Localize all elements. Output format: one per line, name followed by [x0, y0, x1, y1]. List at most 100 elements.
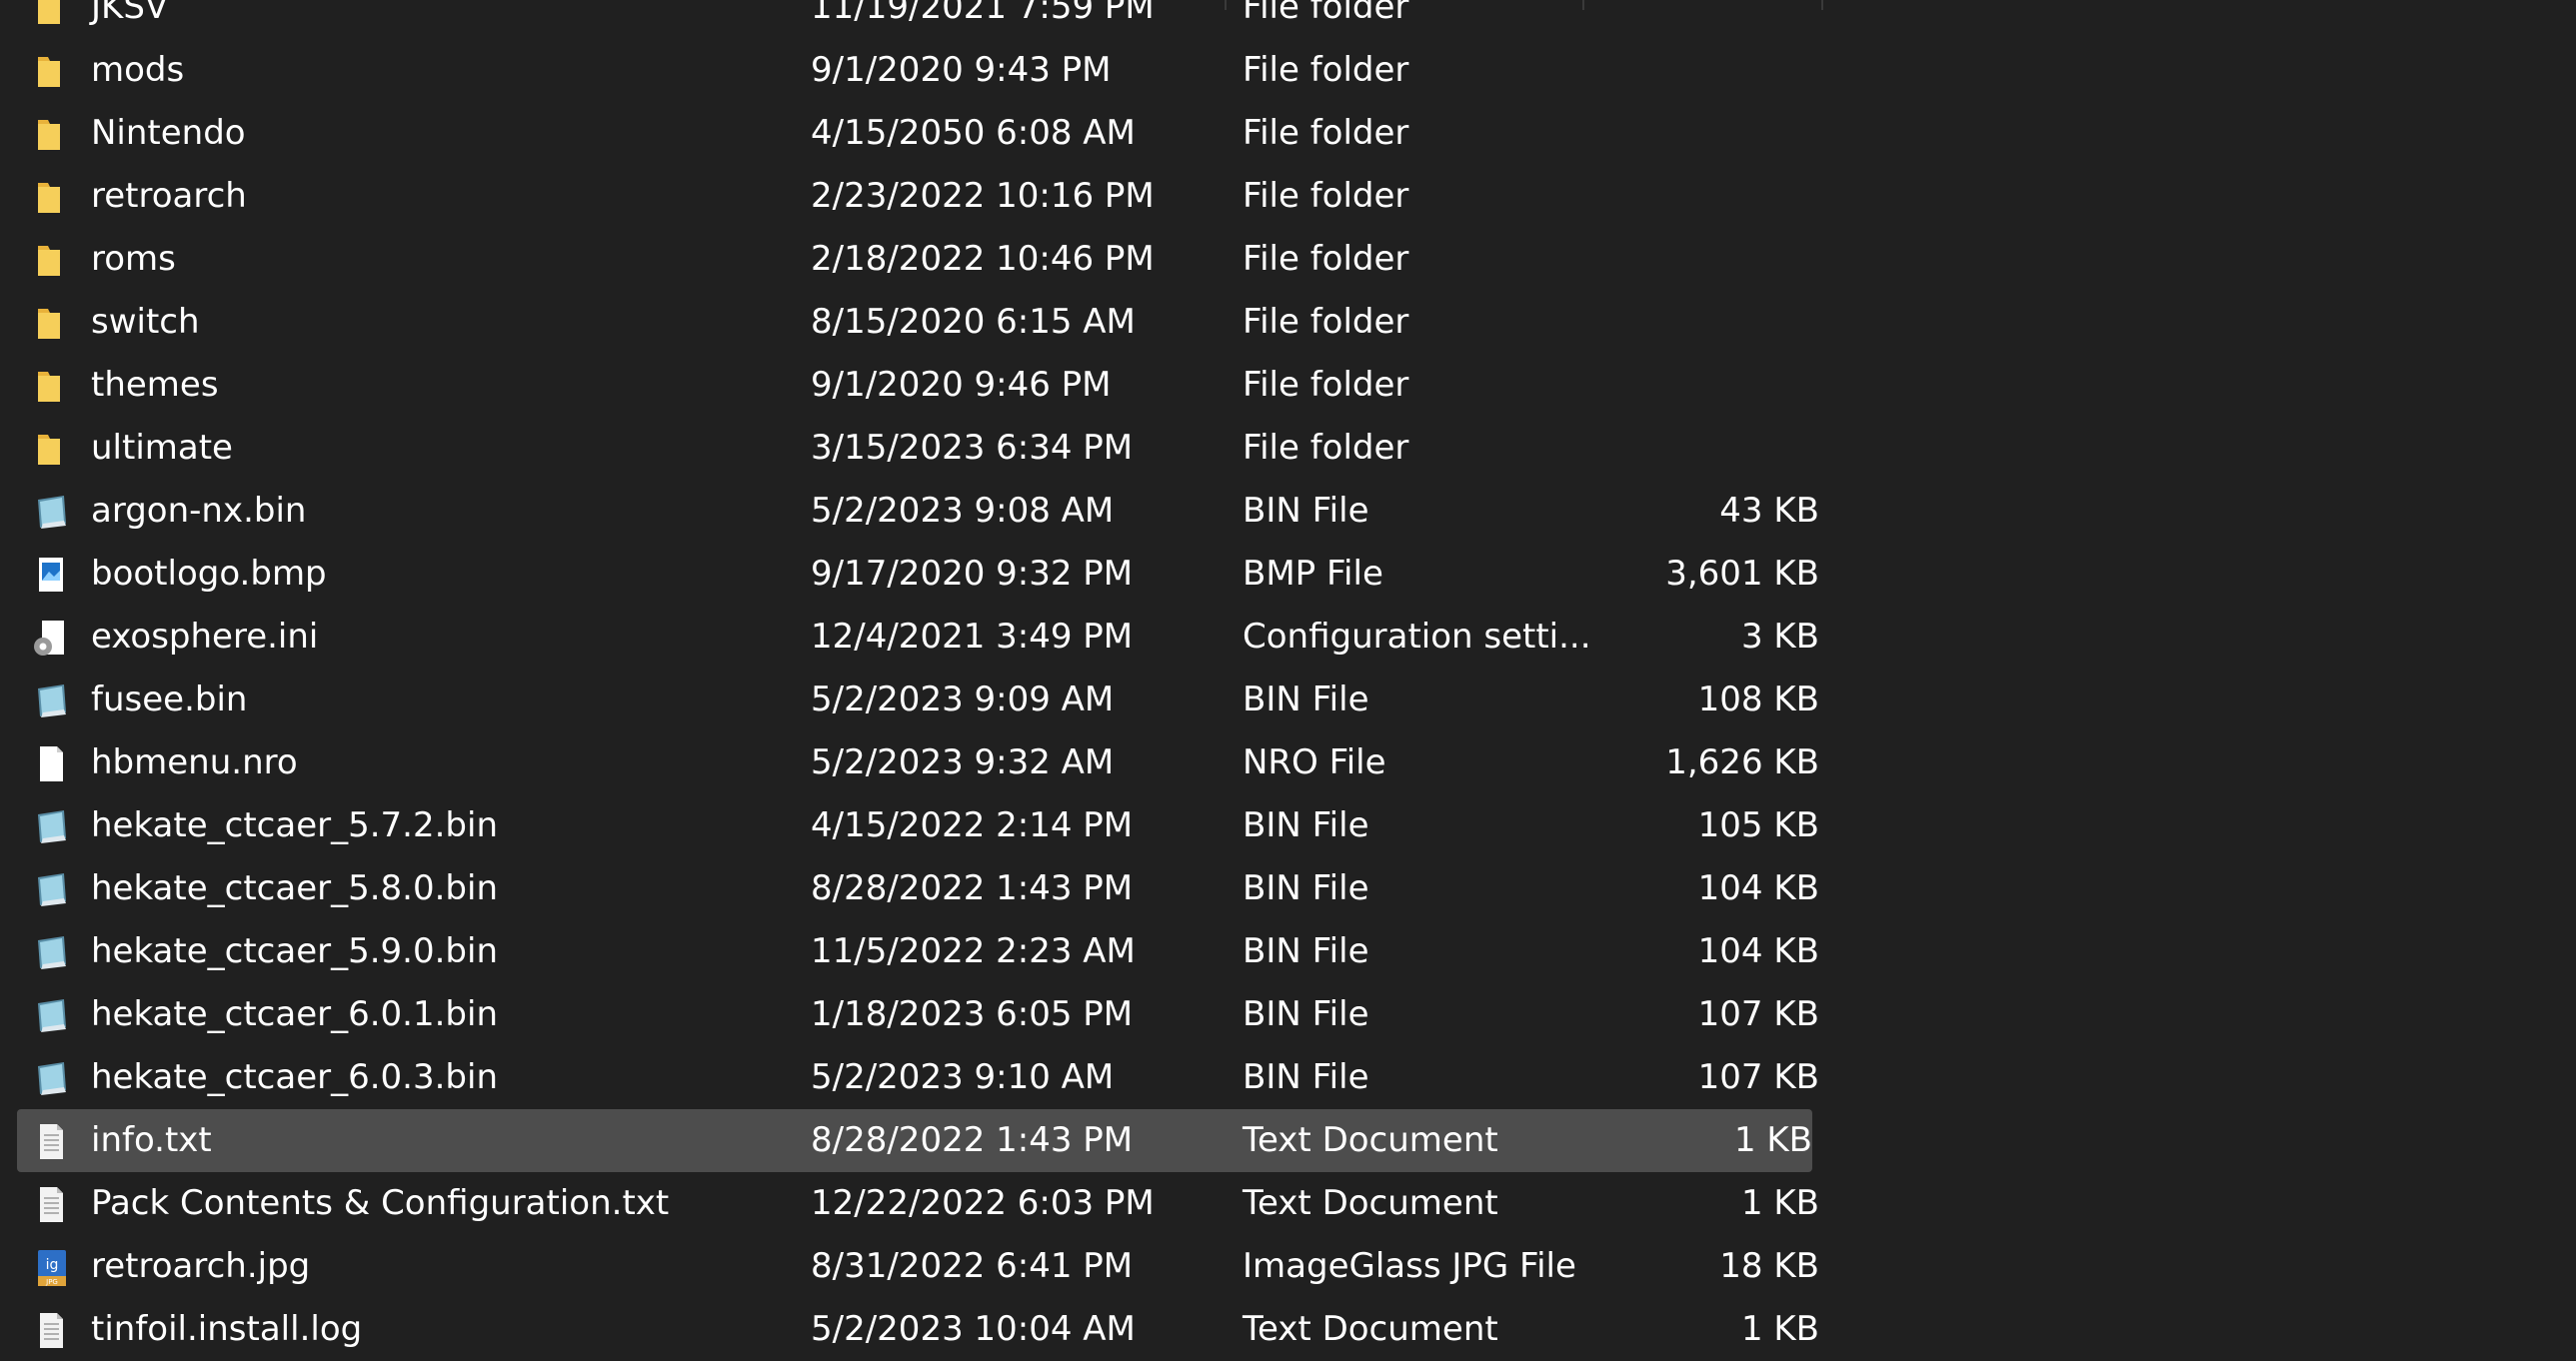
folder-icon [30, 242, 72, 280]
file-size: 3 KB [1740, 617, 1819, 657]
file-size: 1 KB [1740, 1309, 1819, 1349]
bin-file-icon [30, 934, 72, 972]
file-size [1519, 165, 1819, 228]
file-type: Text Document [1243, 1309, 1498, 1349]
file-name: hekate_ctcaer_5.9.0.bin [91, 931, 498, 971]
text-file-icon [30, 1312, 72, 1350]
bin-file-icon [30, 997, 72, 1035]
file-date-modified: 2/18/2022 10:46 PM [811, 239, 1155, 279]
file-type: File folder [1243, 239, 1409, 279]
file-name: retroarch [91, 176, 247, 216]
file-date-modified: 8/28/2022 1:43 PM [811, 868, 1134, 908]
file-size [1519, 39, 1819, 102]
file-type: BIN File [1243, 680, 1369, 719]
file-type: BIN File [1243, 994, 1369, 1034]
file-row[interactable]: tinfoil.install.log 5/2/2023 10:04 AM Text… [0, 1298, 1819, 1361]
file-date-modified: 5/2/2023 9:32 AM [811, 742, 1115, 782]
file-type: BIN File [1243, 805, 1369, 845]
folder-icon [30, 305, 72, 343]
bin-file-icon [30, 871, 72, 909]
file-row[interactable]: hekate_ctcaer_6.0.3.bin 5/2/2023 9:10 AM B… [0, 1046, 1819, 1109]
file-name: exosphere.ini [91, 617, 319, 657]
file-row[interactable]: roms 2/18/2022 10:46 PM File folder [0, 228, 1819, 291]
column-divider[interactable] [1582, 0, 1584, 10]
file-date-modified: 4/15/2050 6:08 AM [811, 113, 1136, 153]
file-date-modified: 11/5/2022 2:23 AM [811, 931, 1136, 971]
file-type: BIN File [1243, 491, 1369, 531]
file-name: retroarch.jpg [91, 1246, 311, 1286]
file-name: fusee.bin [91, 680, 248, 719]
file-date-modified: 5/2/2023 9:09 AM [811, 680, 1115, 719]
file-date-modified: 8/15/2020 6:15 AM [811, 302, 1136, 342]
file-row[interactable]: hbmenu.nro 5/2/2023 9:32 AM NRO File 1,626 … [0, 731, 1819, 794]
file-name: hekate_ctcaer_5.7.2.bin [91, 805, 498, 845]
file-row[interactable]: themes 9/1/2020 9:46 PM File folder [0, 354, 1819, 417]
file-name: info.txt [91, 1120, 212, 1160]
file-name: hekate_ctcaer_6.0.3.bin [91, 1057, 498, 1097]
file-date-modified: 8/28/2022 1:43 PM [811, 1120, 1134, 1160]
file-name: themes [91, 365, 219, 405]
file-type: File folder [1243, 50, 1409, 90]
file-type: BMP File [1243, 554, 1383, 594]
file-type: Text Document [1243, 1120, 1498, 1160]
file-date-modified: 12/4/2021 3:49 PM [811, 617, 1134, 657]
file-row[interactable]: argon-nx.bin 5/2/2023 9:08 AM BIN File 43 K… [0, 480, 1819, 543]
file-date-modified: 8/31/2022 6:41 PM [811, 1246, 1134, 1286]
column-divider[interactable] [1225, 0, 1227, 10]
file-row[interactable]: exosphere.ini 12/4/2021 3:49 PM Configurat… [0, 606, 1819, 669]
file-size: 3,601 KB [1665, 554, 1819, 594]
file-name: Pack Contents & Configuration.txt [91, 1183, 670, 1223]
file-type: Text Document [1243, 1183, 1498, 1223]
file-row[interactable]: retroarch 2/23/2022 10:16 PM File folder [0, 165, 1819, 228]
file-name: hekate_ctcaer_6.0.1.bin [91, 994, 498, 1034]
file-name: ultimate [91, 428, 233, 468]
file-row[interactable]: hekate_ctcaer_5.9.0.bin 11/5/2022 2:23 AM… [0, 920, 1819, 983]
file-row[interactable]: mods 9/1/2020 9:43 PM File folder [0, 39, 1819, 102]
folder-icon [30, 179, 72, 217]
file-row[interactable]: hekate_ctcaer_5.7.2.bin 4/15/2022 2:14 PM… [0, 794, 1819, 857]
file-size: 43 KB [1719, 491, 1819, 531]
folder-icon [30, 368, 72, 406]
text-file-icon [30, 1186, 72, 1224]
file-type: BIN File [1243, 1057, 1369, 1097]
file-date-modified: 3/15/2023 6:34 PM [811, 428, 1134, 468]
file-row[interactable]: JKSV 11/19/2021 7:59 PM File folder [0, 0, 1819, 39]
file-size: 18 KB [1719, 1246, 1819, 1286]
bin-file-icon [30, 808, 72, 846]
column-divider[interactable] [1821, 0, 1823, 10]
file-row[interactable]: info.txt 8/28/2022 1:43 PM Text Document 1 … [17, 1109, 1812, 1172]
file-row[interactable]: hekate_ctcaer_6.0.1.bin 1/18/2023 6:05 PM… [0, 983, 1819, 1046]
svg-text:JPG: JPG [45, 1278, 58, 1286]
file-size: 104 KB [1697, 931, 1819, 971]
file-row[interactable]: ig JPG retroarch.jpg 8/31/2022 6:41 PM Image… [0, 1235, 1819, 1298]
file-row[interactable]: ultimate 3/15/2023 6:34 PM File folder [0, 417, 1819, 480]
file-row[interactable]: Pack Contents & Configuration.txt 12/22/2… [0, 1172, 1819, 1235]
file-row[interactable]: switch 8/15/2020 6:15 AM File folder [0, 291, 1819, 354]
file-row[interactable]: Nintendo 4/15/2050 6:08 AM File folder [0, 102, 1819, 165]
file-date-modified: 2/23/2022 10:16 PM [811, 176, 1155, 216]
jpg-file-icon: ig JPG [30, 1249, 72, 1287]
file-name: mods [91, 50, 185, 90]
file-size: 1,626 KB [1665, 742, 1819, 782]
file-row[interactable]: fusee.bin 5/2/2023 9:09 AM BIN File 108 KB [0, 669, 1819, 731]
file-type: File folder [1243, 365, 1409, 405]
file-size [1519, 291, 1819, 354]
file-date-modified: 1/18/2023 6:05 PM [811, 994, 1134, 1034]
svg-text:ig: ig [46, 1257, 59, 1273]
bin-file-icon [30, 1060, 72, 1098]
bin-file-icon [30, 682, 72, 720]
text-file-icon [30, 1123, 72, 1161]
file-date-modified: 9/1/2020 9:46 PM [811, 365, 1112, 405]
file-type: File folder [1243, 113, 1409, 153]
file-row[interactable]: hekate_ctcaer_5.8.0.bin 8/28/2022 1:43 PM… [0, 857, 1819, 920]
folder-icon [30, 0, 72, 28]
bin-file-icon [30, 494, 72, 532]
file-date-modified: 12/22/2022 6:03 PM [811, 1183, 1155, 1223]
file-type: File folder [1243, 302, 1409, 342]
file-date-modified: 4/15/2022 2:14 PM [811, 805, 1134, 845]
file-row[interactable]: bootlogo.bmp 9/17/2020 9:32 PM BMP File 3,6… [0, 543, 1819, 606]
file-size: 107 KB [1697, 994, 1819, 1034]
file-type: File folder [1243, 176, 1409, 216]
blank-file-icon [30, 745, 72, 783]
file-size: 105 KB [1697, 805, 1819, 845]
